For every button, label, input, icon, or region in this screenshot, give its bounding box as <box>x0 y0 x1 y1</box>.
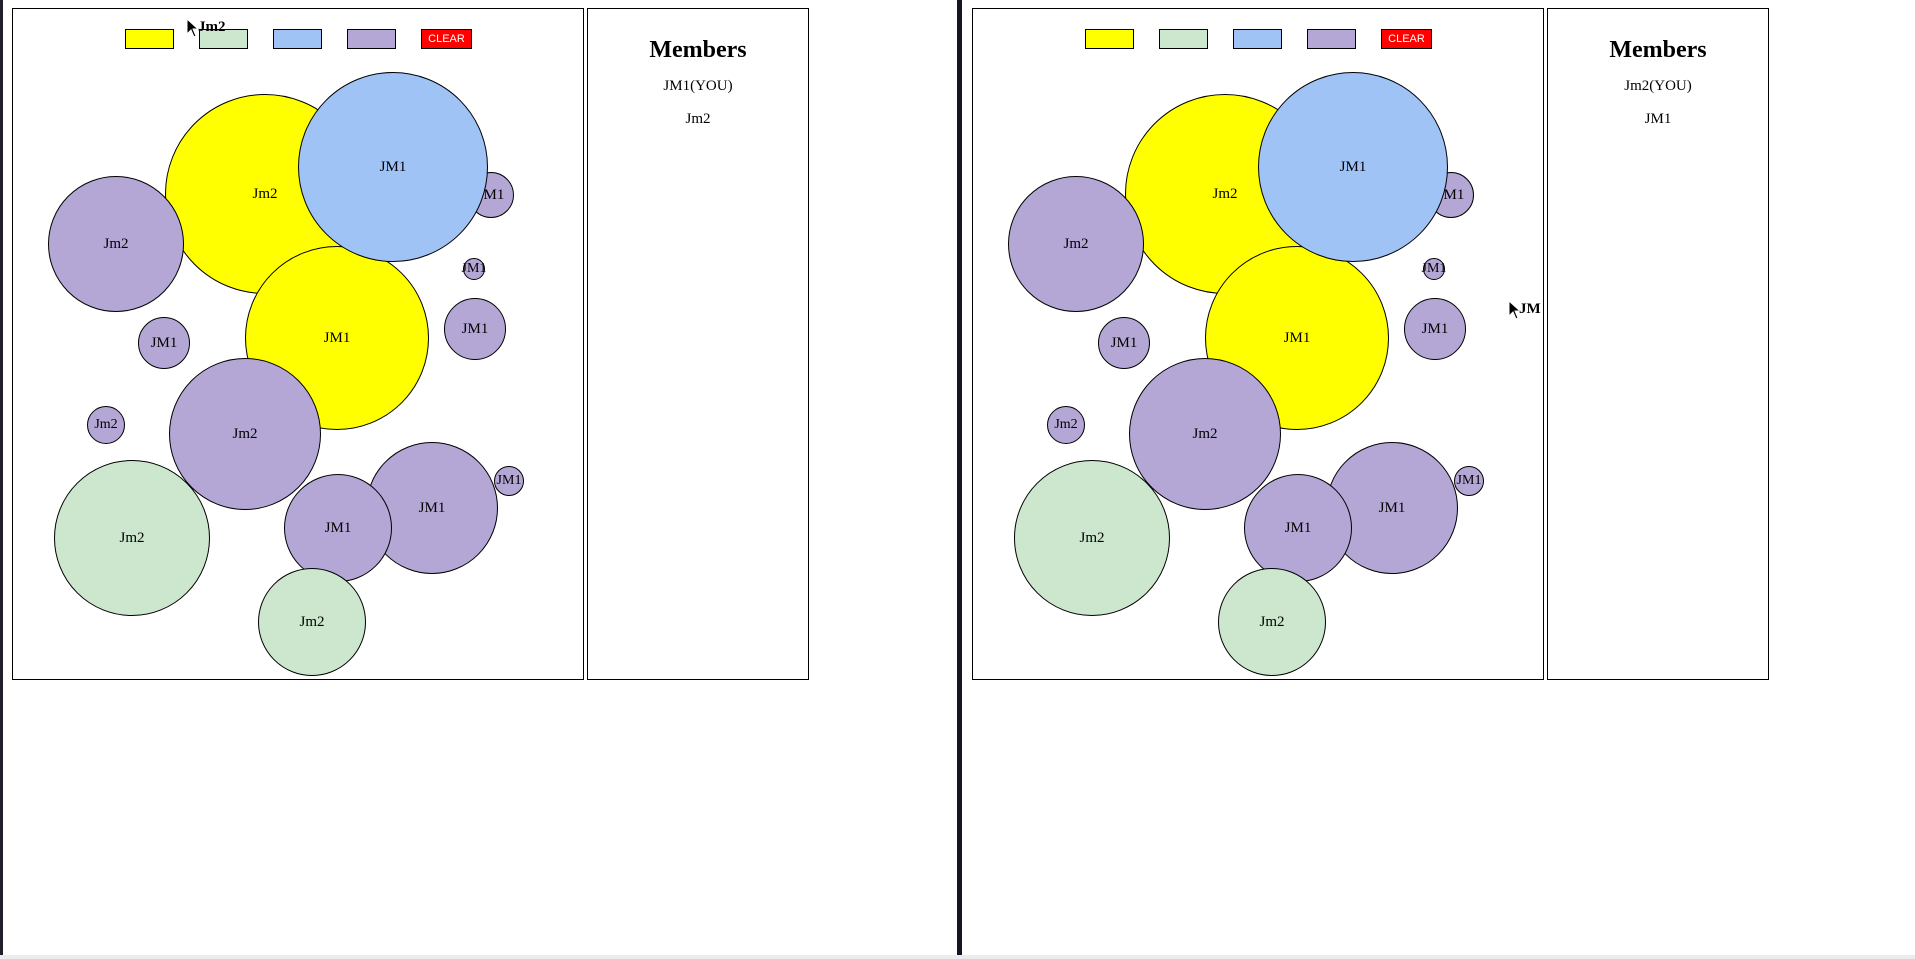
circle-owner-label: JM1 <box>323 329 351 346</box>
circle-owner-label: Jm2 <box>1063 235 1089 252</box>
drawn-circle[interactable]: Jm2 <box>258 568 366 676</box>
drawn-circle[interactable]: Jm2 <box>1008 176 1144 312</box>
circle-owner-label: JM1 <box>1284 519 1312 536</box>
circle-owner-label: Jm2 <box>119 529 145 546</box>
blue-swatch[interactable] <box>273 29 322 49</box>
circle-owner-label: Jm2 <box>299 613 325 630</box>
remote-cursor-label: Jm2 <box>198 19 226 35</box>
drawn-circle[interactable]: JM1 <box>1244 474 1352 582</box>
client-pane-1: CLEAR Jm2 JM1 JM1 JM1 Jm2 JM1 JM1 JM1 Jm2 Jm2 JM1 J… <box>0 0 955 959</box>
member-item: JM1 <box>1644 111 1672 127</box>
drawing-canvas[interactable]: CLEAR Jm2 JM1 JM1 JM1 Jm2 JM1 JM1 JM1 Jm2 Jm2 JM1 J… <box>12 8 584 680</box>
blue-swatch[interactable] <box>1233 29 1282 49</box>
circle-owner-label: JM1 <box>461 261 487 276</box>
color-toolbar: CLEAR <box>973 29 1543 51</box>
remote-cursor-label: JM <box>1519 301 1541 317</box>
circle-owner-label: JM1 <box>324 519 352 536</box>
circle-owner-label: Jm2 <box>1192 425 1218 442</box>
drawn-circle[interactable]: Jm2 <box>1014 460 1170 616</box>
yellow-swatch[interactable] <box>125 29 174 49</box>
drawn-circle[interactable]: JM1 <box>1421 258 1447 280</box>
member-item: JM1(YOU) <box>663 78 733 94</box>
members-panel: Members JM1(YOU) Jm2 <box>587 8 809 680</box>
drawn-circle[interactable]: JM1 <box>461 258 487 280</box>
circle-owner-label: Jm2 <box>103 235 129 252</box>
yellow-swatch[interactable] <box>1085 29 1134 49</box>
circle-owner-label: JM1 <box>150 334 178 351</box>
drawn-circle[interactable]: JM1 <box>138 317 190 369</box>
drawn-circle[interactable]: JM1 <box>298 72 488 262</box>
circle-owner-label: JM1 <box>1421 261 1447 276</box>
purple-swatch[interactable] <box>1307 29 1356 49</box>
circle-owner-label: JM1 <box>1339 158 1367 175</box>
drawn-circle[interactable]: Jm2 <box>87 406 125 444</box>
circle-owner-label: Jm2 <box>1259 613 1285 630</box>
drawn-circle[interactable]: JM1 <box>1098 317 1150 369</box>
circle-owner-label: Jm2 <box>1054 417 1078 432</box>
circle-owner-label: Jm2 <box>94 417 118 432</box>
circle-owner-label: JM1 <box>1110 334 1138 351</box>
color-toolbar: CLEAR <box>13 29 583 51</box>
circle-owner-label: Jm2 <box>1212 185 1238 202</box>
circle-owner-label: JM1 <box>461 320 489 337</box>
green-swatch[interactable] <box>1159 29 1208 49</box>
members-title: Members <box>649 37 747 63</box>
member-item: Jm2(YOU) <box>1624 78 1692 94</box>
clear-button[interactable]: CLEAR <box>1381 29 1432 49</box>
clear-button[interactable]: CLEAR <box>421 29 472 49</box>
member-item: Jm2 <box>685 111 711 127</box>
drawn-circle[interactable]: JM1 <box>494 466 524 496</box>
drawn-circle[interactable]: JM1 <box>284 474 392 582</box>
purple-swatch[interactable] <box>347 29 396 49</box>
client-pane-2: CLEAR Jm2 JM1 JM1 JM1 Jm2 JM1 JM1 JM1 Jm2 Jm2 JM1 J… <box>960 0 1915 959</box>
drawn-circle[interactable]: Jm2 <box>48 176 184 312</box>
circle-owner-label: JM1 <box>1378 499 1406 516</box>
drawn-circle[interactable]: JM1 <box>444 298 506 360</box>
circle-owner-label: JM1 <box>496 473 522 488</box>
drawn-circle[interactable]: JM1 <box>1258 72 1448 262</box>
members-title: Members <box>1609 37 1707 63</box>
drawn-circle[interactable]: JM1 <box>1454 466 1484 496</box>
circle-owner-label: JM1 <box>379 158 407 175</box>
circle-owner-label: JM1 <box>1421 320 1449 337</box>
circle-owner-label: Jm2 <box>232 425 258 442</box>
drawn-circle[interactable]: Jm2 <box>54 460 210 616</box>
drawn-circle[interactable]: JM1 <box>1404 298 1466 360</box>
drawn-circle[interactable]: Jm2 <box>1047 406 1085 444</box>
circle-owner-label: JM1 <box>1283 329 1311 346</box>
circle-owner-label: JM1 <box>1456 473 1482 488</box>
drawn-circle[interactable]: Jm2 <box>1218 568 1326 676</box>
drawing-canvas[interactable]: CLEAR Jm2 JM1 JM1 JM1 Jm2 JM1 JM1 JM1 Jm2 Jm2 JM1 J… <box>972 8 1544 680</box>
circle-owner-label: Jm2 <box>252 185 278 202</box>
members-panel: Members Jm2(YOU) JM1 <box>1547 8 1769 680</box>
circle-owner-label: Jm2 <box>1079 529 1105 546</box>
circle-owner-label: JM1 <box>418 499 446 516</box>
